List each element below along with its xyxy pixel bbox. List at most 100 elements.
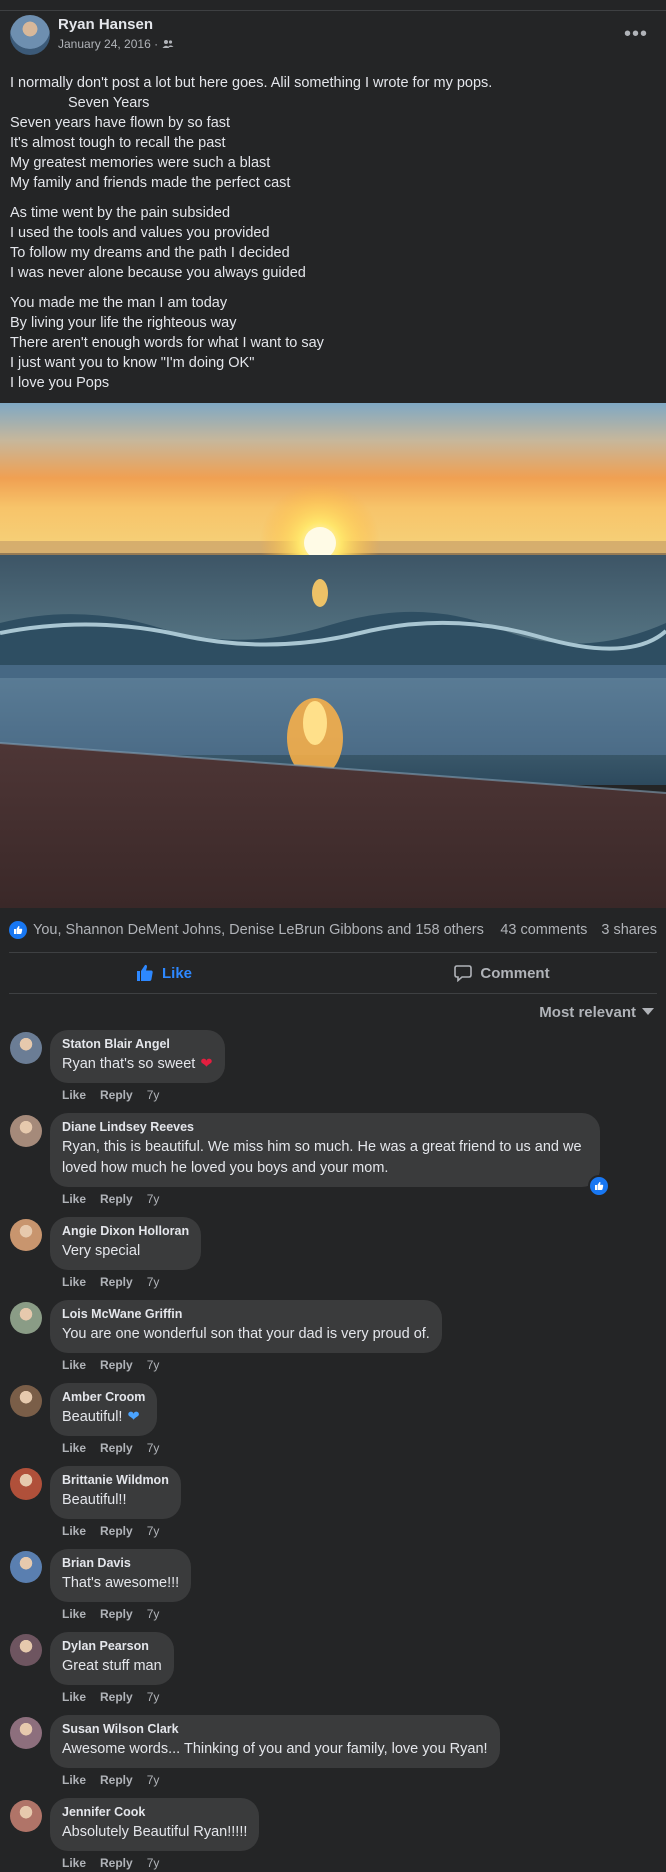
comment-text: That's awesome!!! <box>62 1573 179 1594</box>
post-paragraph: As time went by the pain subsided I used … <box>10 203 656 283</box>
like-reaction-icon <box>9 921 27 939</box>
commenter-name[interactable]: Amber Croom <box>62 1390 145 1404</box>
comment-timestamp[interactable]: 7y <box>147 1088 160 1104</box>
comment-text: Beautiful! ❤ <box>62 1407 145 1428</box>
comment-bubble: Lois McWane Griffin You are one wonderful… <box>50 1300 442 1353</box>
comment-reply-button[interactable]: Reply <box>100 1773 133 1789</box>
comment-like-button[interactable]: Like <box>62 1088 86 1104</box>
comment-timestamp[interactable]: 7y <box>147 1275 160 1291</box>
caret-down-icon <box>642 1008 654 1015</box>
comment-timestamp[interactable]: 7y <box>147 1607 160 1623</box>
comment-label: Comment <box>480 964 550 982</box>
comment-timestamp[interactable]: 7y <box>147 1690 160 1706</box>
comment-reply-button[interactable]: Reply <box>100 1192 133 1208</box>
reaction-names[interactable]: You, Shannon DeMent Johns, Denise LeBrun… <box>33 922 500 938</box>
sunset-photo[interactable] <box>0 403 666 908</box>
comment-text: Ryan, this is beautiful. We miss him so … <box>62 1137 588 1179</box>
more-options-icon[interactable]: ••• <box>624 23 648 46</box>
comment-text: Very special <box>62 1241 189 1262</box>
commenter-name[interactable]: Brian Davis <box>62 1556 179 1570</box>
post-date[interactable]: January 24, 2016 · <box>58 37 158 51</box>
comments-list: Staton Blair Angel Ryan that's so sweet ❤ L… <box>0 1030 666 1872</box>
comment-actions: Like Reply 7y <box>62 1441 666 1457</box>
comment-actions: Like Reply 7y <box>62 1524 666 1540</box>
commenter-name[interactable]: Jennifer Cook <box>62 1805 247 1819</box>
comment-text-content: Awesome words... Thinking of you and you… <box>62 1741 488 1757</box>
comment-actions: Like Reply 7y <box>62 1192 666 1208</box>
comment-reply-button[interactable]: Reply <box>100 1275 133 1291</box>
commenter-avatar[interactable] <box>10 1385 42 1417</box>
comment-button[interactable]: Comment <box>328 953 666 993</box>
post-header: Ryan Hansen January 24, 2016 · ••• <box>0 11 666 63</box>
commenter-name[interactable]: Susan Wilson Clark <box>62 1722 488 1736</box>
commenter-avatar[interactable] <box>10 1468 42 1500</box>
comment-reply-button[interactable]: Reply <box>100 1441 133 1457</box>
post-line: I just want you to know "I'm doing OK" <box>10 355 255 371</box>
comment-reply-button[interactable]: Reply <box>100 1358 133 1374</box>
comment-text: Awesome words... Thinking of you and you… <box>62 1739 488 1760</box>
comment-reply-button[interactable]: Reply <box>100 1088 133 1104</box>
comment-like-button[interactable]: Like <box>62 1690 86 1706</box>
shares-count[interactable]: 3 shares <box>601 922 657 938</box>
comment-reply-button[interactable]: Reply <box>100 1524 133 1540</box>
friends-icon <box>162 40 174 48</box>
comments-count[interactable]: 43 comments <box>500 922 587 938</box>
comment-timestamp[interactable]: 7y <box>147 1358 160 1374</box>
comment-timestamp[interactable]: 7y <box>147 1524 160 1540</box>
comment-item: Lois McWane Griffin You are one wonderful… <box>0 1300 666 1374</box>
commenter-name[interactable]: Diane Lindsey Reeves <box>62 1120 588 1134</box>
comment-like-button[interactable]: Like <box>62 1856 86 1872</box>
action-bar: Like Comment <box>0 953 666 993</box>
comment-bubble: Susan Wilson Clark Awesome words... Think… <box>50 1715 500 1768</box>
comment-timestamp[interactable]: 7y <box>147 1192 160 1208</box>
comment-item: Amber Croom Beautiful! ❤ Like Reply 7y <box>0 1383 666 1457</box>
comment-timestamp[interactable]: 7y <box>147 1856 160 1872</box>
comment-timestamp[interactable]: 7y <box>147 1441 160 1457</box>
commenter-name[interactable]: Angie Dixon Holloran <box>62 1224 189 1238</box>
comment-like-button[interactable]: Like <box>62 1524 86 1540</box>
commenter-avatar[interactable] <box>10 1717 42 1749</box>
post-line: To follow my dreams and the path I decid… <box>10 245 290 261</box>
comment-like-button[interactable]: Like <box>62 1441 86 1457</box>
commenter-name[interactable]: Dylan Pearson <box>62 1639 162 1653</box>
commenter-avatar[interactable] <box>10 1032 42 1064</box>
commenter-avatar[interactable] <box>10 1302 42 1334</box>
author-name[interactable]: Ryan Hansen <box>58 16 153 33</box>
commenter-avatar[interactable] <box>10 1634 42 1666</box>
post-line: You made me the man I am today <box>10 295 228 311</box>
comment-like-button[interactable]: Like <box>62 1275 86 1291</box>
commenter-name[interactable]: Brittanie Wildmon <box>62 1473 169 1487</box>
comment-like-button[interactable]: Like <box>62 1773 86 1789</box>
comment-like-button[interactable]: Like <box>62 1607 86 1623</box>
commenter-avatar[interactable] <box>10 1800 42 1832</box>
comment-reply-button[interactable]: Reply <box>100 1856 133 1872</box>
comment-item: Dylan Pearson Great stuff man Like Reply 7y <box>0 1632 666 1706</box>
comment-text-content: Beautiful! <box>62 1409 123 1425</box>
commenter-avatar[interactable] <box>10 1115 42 1147</box>
comment-actions: Like Reply 7y <box>62 1856 666 1872</box>
post-line: I was never alone because you always gui… <box>10 265 306 281</box>
comment-icon <box>454 965 473 982</box>
comment-bubble: Brian Davis That's awesome!!! <box>50 1549 192 1602</box>
comment-like-button[interactable]: Like <box>62 1358 86 1374</box>
comment-text: Beautiful!! <box>62 1490 169 1511</box>
post-line: Seven years have flown by so fast <box>10 115 231 131</box>
comment-text: Ryan that's so sweet ❤ <box>62 1054 213 1075</box>
comment-timestamp[interactable]: 7y <box>147 1773 160 1789</box>
comment-like-button[interactable]: Like <box>62 1192 86 1208</box>
like-button[interactable]: Like <box>0 953 328 993</box>
post-line: As time went by the pain subsided <box>10 205 231 221</box>
commenter-avatar[interactable] <box>10 1551 42 1583</box>
post-line: I used the tools and values you provided <box>10 225 270 241</box>
post-line: By living your life the righteous way <box>10 315 237 331</box>
comment-reply-button[interactable]: Reply <box>100 1607 133 1623</box>
like-reaction-icon[interactable] <box>588 1175 610 1197</box>
comment-reply-button[interactable]: Reply <box>100 1690 133 1706</box>
commenter-avatar[interactable] <box>10 1219 42 1251</box>
commenter-name[interactable]: Staton Blair Angel <box>62 1037 213 1051</box>
comment-text-content: Great stuff man <box>62 1658 162 1674</box>
sort-dropdown[interactable]: Most relevant <box>0 994 666 1030</box>
author-avatar[interactable] <box>10 15 50 55</box>
commenter-name[interactable]: Lois McWane Griffin <box>62 1307 430 1321</box>
post-line: I love you Pops <box>10 375 110 391</box>
